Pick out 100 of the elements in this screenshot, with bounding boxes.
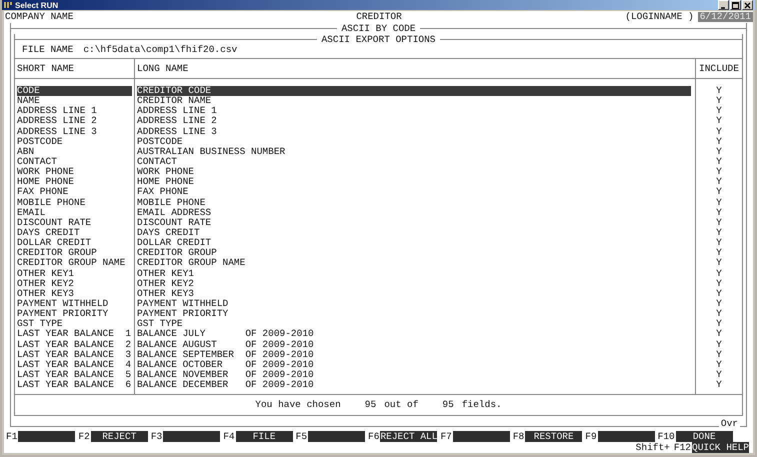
short-name-cell[interactable]: CREDITOR GROUP NAME: [17, 258, 132, 269]
short-name-cell[interactable]: NAME: [17, 96, 132, 106]
function-key-button[interactable]: RESTORE: [525, 431, 582, 442]
long-name-cell[interactable]: DOLLAR CREDIT: [137, 238, 691, 248]
include-cell[interactable]: Y: [716, 146, 722, 157]
short-name-cell[interactable]: EMAIL: [17, 208, 132, 218]
long-name-cell[interactable]: PAYMENT PRIORITY: [137, 309, 691, 320]
long-name-cell[interactable]: BALANCE DECEMBER OF 2009-2010: [137, 380, 691, 390]
long-name-cell[interactable]: BALANCE JULY OF 2009-2010: [137, 329, 691, 340]
long-name-cell[interactable]: OTHER KEY2: [137, 278, 691, 289]
long-name-cell[interactable]: OTHER KEY3: [137, 288, 691, 299]
short-name-cell[interactable]: LAST YEAR BALANCE 2: [17, 340, 132, 350]
include-cell[interactable]: Y: [716, 258, 722, 269]
include-cell[interactable]: Y: [716, 156, 722, 168]
long-name-cell[interactable]: CREDITOR GROUP: [137, 248, 691, 258]
include-cell[interactable]: Y: [716, 238, 722, 248]
long-name-cell[interactable]: CREDITOR GROUP NAME: [137, 258, 691, 269]
long-name-cell[interactable]: MOBILE PHONE: [137, 198, 691, 208]
include-cell[interactable]: Y: [716, 309, 722, 320]
short-name-cell[interactable]: LAST YEAR BALANCE 1: [17, 329, 132, 340]
short-name-cell[interactable]: LAST YEAR BALANCE 4: [17, 360, 132, 370]
short-name-cell[interactable]: ABN: [17, 146, 132, 157]
include-cell[interactable]: Y: [716, 218, 722, 228]
include-cell[interactable]: Y: [716, 298, 722, 310]
include-cell[interactable]: Y: [716, 329, 722, 340]
short-name-cell[interactable]: POSTCODE: [17, 136, 132, 147]
include-cell[interactable]: Y: [716, 167, 722, 178]
short-name-cell[interactable]: OTHER KEY3: [17, 288, 132, 299]
function-key-button[interactable]: REJECT ALL: [380, 431, 438, 442]
long-name-cell[interactable]: DISCOUNT RATE: [137, 218, 691, 228]
include-cell[interactable]: Y: [716, 278, 722, 289]
include-cell[interactable]: Y: [716, 208, 722, 218]
short-name-cell[interactable]: WORK PHONE: [17, 167, 132, 178]
function-key-button[interactable]: REJECT: [90, 431, 148, 442]
long-name-cell[interactable]: CONTACT: [137, 156, 691, 168]
long-name-cell[interactable]: BALANCE AUGUST OF 2009-2010: [137, 340, 691, 350]
short-name-cell[interactable]: HOME PHONE: [17, 177, 132, 188]
blank-function-key[interactable]: [18, 431, 76, 442]
long-name-cell[interactable]: BALANCE SEPTEMBER OF 2009-2010: [137, 350, 691, 360]
long-name-cell[interactable]: POSTCODE: [137, 136, 691, 147]
include-cell[interactable]: Y: [716, 177, 722, 188]
short-name-cell[interactable]: CONTACT: [17, 156, 132, 168]
short-name-cell[interactable]: DISCOUNT RATE: [17, 218, 132, 228]
blank-function-key[interactable]: [163, 431, 220, 442]
include-cell[interactable]: Y: [716, 248, 722, 258]
include-cell[interactable]: Y: [716, 187, 722, 198]
long-name-cell[interactable]: CREDITOR CODE: [137, 86, 691, 96]
long-name-cell[interactable]: ADDRESS LINE 1: [137, 106, 691, 116]
blank-function-key[interactable]: [452, 431, 510, 442]
include-cell[interactable]: Y: [716, 116, 722, 127]
include-cell[interactable]: Y: [716, 370, 722, 380]
short-name-cell[interactable]: ADDRESS LINE 3: [17, 126, 132, 137]
include-cell[interactable]: Y: [716, 288, 722, 299]
long-name-cell[interactable]: BALANCE OCTOBER OF 2009-2010: [137, 360, 691, 370]
long-name-cell[interactable]: FAX PHONE: [137, 187, 691, 198]
long-name-cell[interactable]: OTHER KEY1: [137, 268, 691, 279]
function-key-button[interactable]: DONE: [676, 431, 733, 442]
long-name-cell[interactable]: ADDRESS LINE 2: [137, 116, 691, 127]
short-name-cell[interactable]: GST TYPE: [17, 319, 132, 330]
include-cell[interactable]: Y: [716, 360, 722, 370]
long-name-cell[interactable]: PAYMENT WITHHELD: [137, 298, 691, 310]
short-name-cell[interactable]: DOLLAR CREDIT: [17, 238, 132, 248]
long-name-cell[interactable]: WORK PHONE: [137, 167, 691, 178]
maximize-button[interactable]: [730, 0, 741, 10]
long-name-cell[interactable]: DAYS CREDIT: [137, 228, 691, 238]
long-name-cell[interactable]: HOME PHONE: [137, 177, 691, 188]
close-button[interactable]: [742, 0, 753, 10]
include-cell[interactable]: Y: [716, 106, 722, 116]
short-name-cell[interactable]: DAYS CREDIT: [17, 228, 132, 238]
short-name-cell[interactable]: LAST YEAR BALANCE 5: [17, 370, 132, 380]
include-cell[interactable]: Y: [716, 350, 722, 360]
short-name-cell[interactable]: ADDRESS LINE 1: [17, 106, 132, 116]
short-name-cell[interactable]: OTHER KEY2: [17, 278, 132, 289]
function-key-button[interactable]: QUICK HELP: [692, 442, 749, 454]
long-name-cell[interactable]: GST TYPE: [137, 319, 691, 330]
include-cell[interactable]: Y: [716, 96, 722, 106]
long-name-cell[interactable]: ADDRESS LINE 3: [137, 126, 691, 137]
include-cell[interactable]: Y: [716, 340, 722, 350]
long-name-cell[interactable]: BALANCE NOVEMBER OF 2009-2010: [137, 370, 691, 380]
short-name-cell[interactable]: FAX PHONE: [17, 187, 132, 198]
include-cell[interactable]: Y: [716, 319, 722, 330]
include-cell[interactable]: Y: [716, 86, 722, 96]
short-name-cell[interactable]: LAST YEAR BALANCE 6: [17, 380, 132, 390]
include-cell[interactable]: Y: [716, 228, 722, 238]
short-name-cell[interactable]: LAST YEAR BALANCE 3: [17, 350, 132, 360]
include-cell[interactable]: Y: [716, 198, 722, 208]
long-name-cell[interactable]: EMAIL ADDRESS: [137, 208, 691, 218]
short-name-cell[interactable]: PAYMENT PRIORITY: [17, 309, 132, 320]
blank-function-key[interactable]: [598, 431, 655, 442]
include-cell[interactable]: Y: [716, 268, 722, 279]
minimize-button[interactable]: [718, 0, 729, 10]
long-name-cell[interactable]: CREDITOR NAME: [137, 96, 691, 106]
include-cell[interactable]: Y: [716, 126, 722, 137]
short-name-cell[interactable]: ADDRESS LINE 2: [17, 116, 132, 127]
function-key-button[interactable]: FILE: [236, 431, 293, 442]
short-name-cell[interactable]: CREDITOR GROUP: [17, 248, 132, 258]
long-name-cell[interactable]: AUSTRALIAN BUSINESS NUMBER: [137, 146, 691, 157]
short-name-cell[interactable]: MOBILE PHONE: [17, 198, 132, 208]
include-cell[interactable]: Y: [716, 136, 722, 147]
blank-function-key[interactable]: [308, 431, 366, 442]
